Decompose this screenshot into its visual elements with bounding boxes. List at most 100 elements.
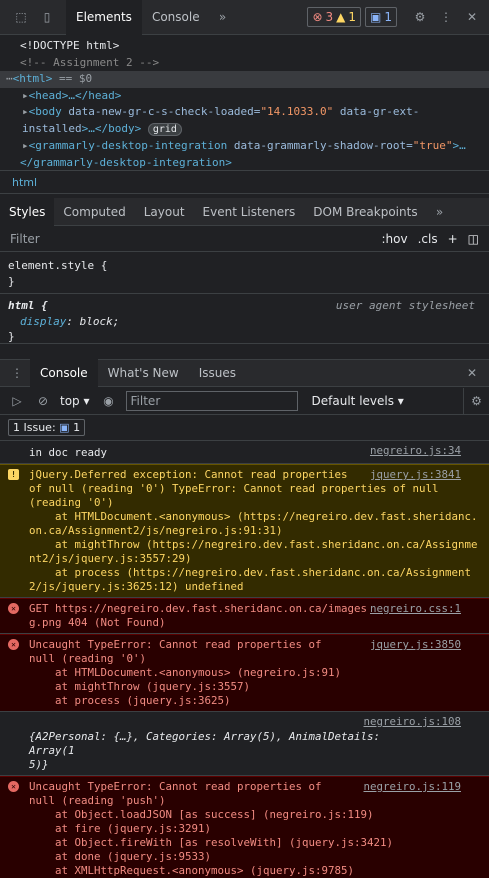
tab-whats-new[interactable]: What's New (98, 359, 189, 387)
html-tag: <html> (12, 72, 53, 85)
close-icon[interactable]: ✕ (459, 4, 485, 30)
message-line: (reading '0') (29, 496, 114, 509)
gear-icon[interactable]: ⚙ (407, 4, 433, 30)
message-line: at process (https://negreiro.dev.fast.sh… (29, 566, 472, 593)
hov-button[interactable]: :hov (382, 232, 408, 246)
html-node[interactable]: ⋯<html> == $0 (0, 71, 489, 88)
context-label: top (60, 393, 80, 408)
comment-node[interactable]: <!-- Assignment 2 --> (0, 55, 489, 72)
grammarly-node[interactable]: ▸<grammarly-desktop-integration data-gra… (0, 138, 489, 155)
styles-tabbar: Styles Computed Layout Event Listeners D… (0, 197, 489, 226)
error-count-badge[interactable]: ⊗ 3 ▲ 1 (307, 7, 362, 27)
display-declaration[interactable]: display: block; (8, 314, 481, 330)
issue-icon: ▣ (370, 10, 382, 24)
issues-bar: 1 Issue: ▣ 1 (0, 415, 489, 441)
source-link[interactable]: negreiro.css:1 (365, 602, 461, 616)
issues-link[interactable]: 1 Issue: ▣ 1 (8, 419, 86, 436)
sidebar-toggle-icon[interactable]: ◫ (468, 232, 479, 246)
console-message[interactable]: ! jquery.js:3841 jQuery.Deferred exception… (0, 464, 489, 598)
cls-button[interactable]: .cls (418, 232, 438, 246)
html-rule: html { user agent stylesheet display: bl… (0, 294, 489, 344)
message-line: at Object.loadJSON [as success] (negreir… (29, 808, 374, 821)
console-message[interactable]: ✕ negreiro.js:119 Uncaught TypeError: Cann… (0, 776, 489, 878)
issues-count: 1 (73, 421, 81, 434)
console-toolbar: ▷ ⊘ top ▾ ◉ Filter Default levels ▾ ⚙ (0, 387, 489, 415)
error-icon: ✕ (8, 603, 19, 614)
issues-badge[interactable]: ▣ 1 (365, 7, 397, 27)
elements-tree: <!DOCTYPE html> <!-- Assignment 2 --> ⋯<… (0, 35, 489, 170)
message-line: at mightThrow (jquery.js:3557) (29, 680, 251, 693)
source-link[interactable]: negreiro.js:34 (366, 444, 461, 458)
message-line: null (reading '0') (29, 652, 147, 665)
expand-icon[interactable]: ▸ (22, 105, 29, 118)
more-tabs-icon[interactable]: » (210, 4, 236, 30)
source-link[interactable]: jquery.js:3850 (365, 638, 461, 652)
grammarly-attr: data-grammarly-shadow-root= (227, 139, 413, 152)
tab-dom-breakpoints[interactable]: DOM Breakpoints (304, 198, 426, 226)
issue-icon: ▣ (59, 421, 70, 434)
console-filter-input[interactable]: Filter (125, 390, 298, 411)
tab-styles[interactable]: Styles (0, 197, 55, 226)
error-count: 3 (325, 10, 334, 24)
more-tabs-icon[interactable]: » (427, 199, 453, 225)
head-node[interactable]: ▸<head>…</head> (0, 88, 489, 105)
console-message[interactable]: negreiro.js:108 {A2Personal: {…}, Categor… (0, 712, 489, 776)
styles-filter-bar: Filter :hov .cls + ◫ (0, 226, 489, 252)
tab-computed[interactable]: Computed (54, 198, 134, 226)
message-line: of null (reading '0') TypeError: Cannot … (29, 482, 439, 495)
tab-elements[interactable]: Elements (66, 0, 142, 35)
plus-icon[interactable]: + (448, 232, 458, 246)
doctype-node[interactable]: <!DOCTYPE html> (0, 38, 489, 55)
close-drawer-icon[interactable]: ✕ (459, 360, 485, 386)
grid-badge[interactable]: grid (147, 122, 182, 136)
more-options-icon[interactable]: ⋮ (433, 4, 459, 30)
source-link[interactable]: jquery.js:3841 (365, 468, 461, 482)
grammarly-tag: <grammarly-desktop-integration (28, 139, 228, 152)
element-style-selector[interactable]: element.style { (8, 258, 481, 274)
body-node[interactable]: ▸<body data-new-gr-c-s-check-loaded="14.… (0, 104, 489, 138)
eye-icon[interactable]: ◉ (96, 388, 122, 414)
body-attr: installed (22, 121, 82, 135)
levels-label: Default levels (311, 393, 394, 408)
clear-console-icon[interactable]: ⊘ (30, 388, 56, 414)
tab-layout[interactable]: Layout (135, 198, 194, 226)
issue-count: 1 (384, 10, 392, 24)
message-line: at fire (jquery.js:3291) (29, 822, 212, 835)
styles-spacer (0, 344, 489, 359)
console-messages: negreiro.js:34 in doc ready! jquery.js:384… (0, 441, 489, 878)
expand-icon[interactable]: ▸ (22, 139, 29, 152)
error-icon: ✕ (8, 639, 19, 650)
log-levels-select[interactable]: Default levels ▾ (312, 394, 404, 408)
drawer-menu-icon[interactable]: ⋮ (4, 360, 30, 386)
message-line: at mightThrow (https://negreiro.dev.fast… (29, 538, 478, 565)
tab-console[interactable]: Console (142, 0, 210, 35)
message-line: 5)} (29, 758, 49, 771)
source-link[interactable]: negreiro.js:108 (359, 715, 461, 729)
tab-console-drawer[interactable]: Console (30, 359, 98, 387)
device-toggle-icon[interactable]: ▯ (34, 4, 60, 30)
console-settings-icon[interactable]: ⚙ (463, 387, 489, 414)
error-icon: ⊗ (312, 10, 323, 24)
body-close-tag: >…</body> (81, 121, 142, 135)
element-style-rule: element.style { } (0, 252, 489, 294)
context-select[interactable]: top ▾ (60, 394, 90, 408)
warning-icon: ! (8, 469, 19, 480)
console-message[interactable]: ✕ jquery.js:3850 Uncaught TypeError: Canno… (0, 634, 489, 712)
body-attr: data-gr-ext- (333, 105, 420, 118)
styles-filter-input[interactable]: Filter (10, 231, 382, 246)
rule-close: } (8, 274, 15, 288)
head-tag: <head>…</head> (28, 88, 122, 102)
drawer-tabbar: ⋮ Console What's New Issues ✕ (0, 359, 489, 387)
source-link[interactable]: negreiro.js:119 (359, 780, 461, 794)
tab-issues[interactable]: Issues (189, 359, 246, 387)
breadcrumb[interactable]: html (0, 170, 489, 194)
console-message[interactable]: ✕ negreiro.css:1 GET https://negreiro.dev.… (0, 598, 489, 634)
sidebar-icon[interactable]: ▷ (4, 388, 30, 414)
grammarly-close-node[interactable]: </grammarly-desktop-integration> (0, 155, 489, 172)
tab-event-listeners[interactable]: Event Listeners (194, 198, 305, 226)
console-message[interactable]: negreiro.js:34 in doc ready (0, 441, 489, 464)
inspect-icon[interactable]: ⬚ (8, 4, 34, 30)
message-line: at done (jquery.js:9533) (29, 850, 212, 863)
expand-icon[interactable]: ▸ (22, 89, 29, 102)
selected-marker: == $0 (52, 72, 93, 85)
